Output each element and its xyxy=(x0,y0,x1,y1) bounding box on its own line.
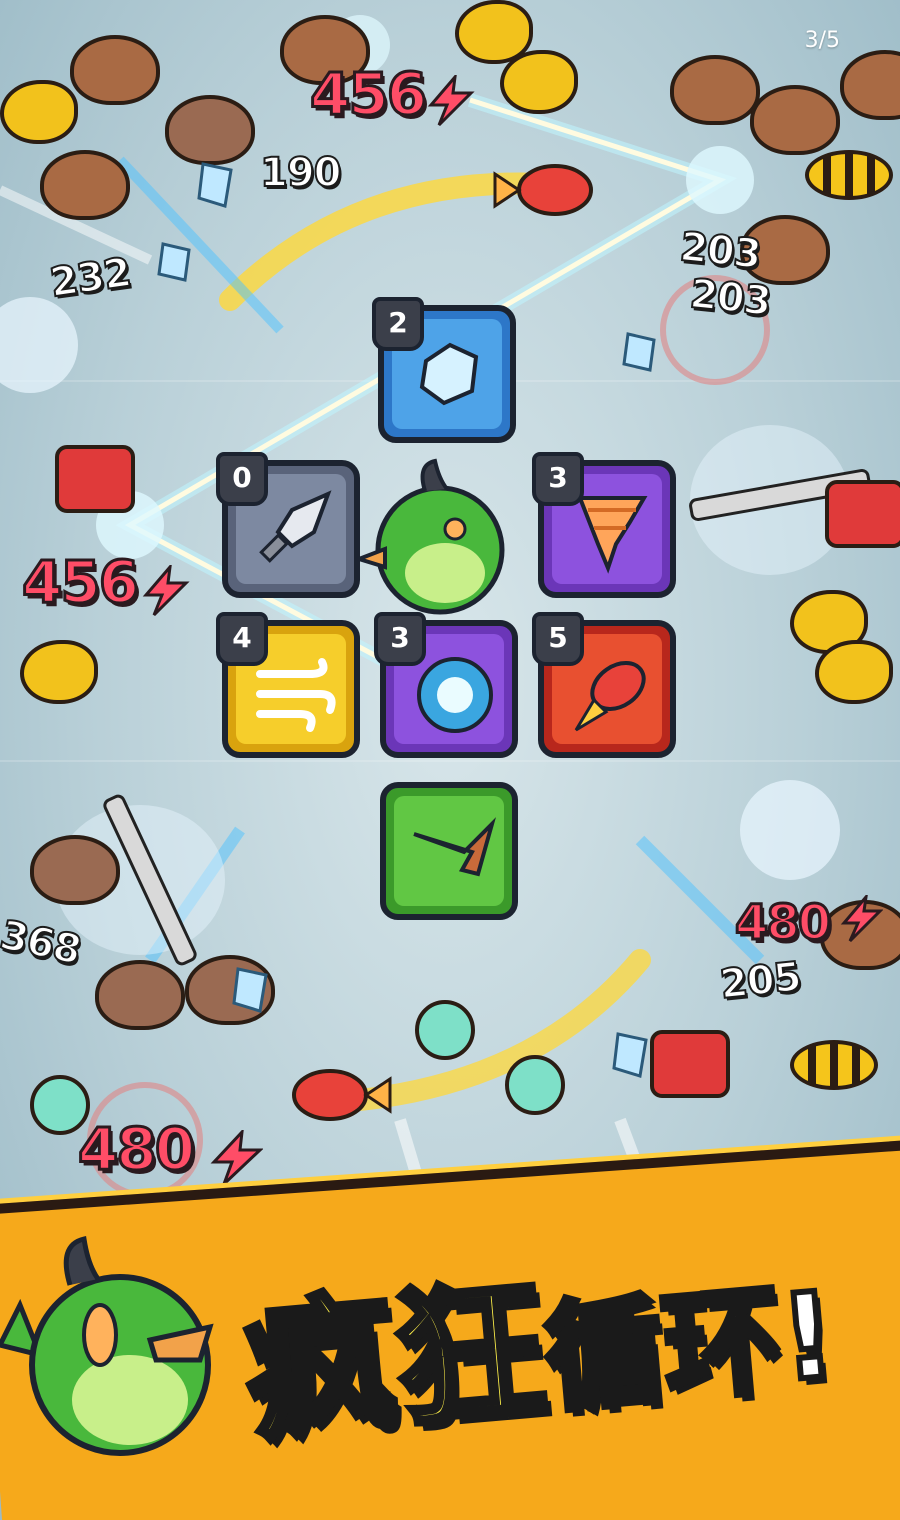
skill-tile-dagger[interactable]: 0 xyxy=(216,452,360,598)
tile-level-badge: 4 xyxy=(216,612,268,666)
ice-shard-projectile xyxy=(157,242,191,282)
skill-tile-rocket[interactable]: 5 xyxy=(532,612,676,758)
vortex-orb-icon xyxy=(417,657,493,733)
damage-number: 203 xyxy=(677,223,764,279)
wind-gust-icon xyxy=(256,658,336,732)
tile-level-badge: 5 xyxy=(532,612,584,666)
tornado-icon xyxy=(577,496,648,574)
red-demon-enemy xyxy=(825,480,900,548)
boar-enemy xyxy=(70,35,160,105)
ice-cube-icon xyxy=(419,342,479,406)
rocket-fish-projectile xyxy=(493,164,593,216)
tile-level-badge: 3 xyxy=(532,452,584,506)
tile-level-badge: 2 xyxy=(372,297,424,351)
red-demon-enemy xyxy=(650,1030,730,1098)
ice-shard-projectile xyxy=(612,1032,648,1078)
monkey-enemy xyxy=(165,95,255,165)
boar-enemy xyxy=(40,150,130,220)
damage-number-crit: 456 xyxy=(20,547,140,618)
fish-enemy xyxy=(0,80,78,144)
slogan-part-2: 循环! xyxy=(537,1263,844,1432)
red-demon-enemy xyxy=(55,445,135,513)
skill-tile-vortex[interactable]: 3 xyxy=(374,612,518,758)
boomerang-icon xyxy=(413,817,496,877)
damage-number-crit: 480 xyxy=(733,894,832,953)
damage-number-crit: 456 xyxy=(308,59,428,130)
slogan-part-1: 疯狂 xyxy=(236,1260,556,1465)
crit-bolt-icon xyxy=(142,565,190,617)
tornado-swirl xyxy=(740,780,840,880)
damage-number: 203 xyxy=(687,270,774,326)
rocket-fish-projectile xyxy=(292,1069,392,1121)
screenshot-pager: 3/5 xyxy=(804,28,840,53)
crit-bolt-icon xyxy=(427,75,475,127)
skill-tile-ice[interactable]: 2 xyxy=(372,297,516,443)
ice-shard-projectile xyxy=(232,967,268,1013)
damage-number: 190 xyxy=(259,149,342,197)
skill-tile-tornado[interactable]: 3 xyxy=(532,452,676,598)
squid-enemy xyxy=(415,1000,475,1060)
boar-enemy xyxy=(670,55,760,125)
lightning-impact xyxy=(686,146,754,214)
damage-number: 205 xyxy=(717,953,804,1009)
monkey-enemy xyxy=(95,960,185,1030)
game-screen: 2 0 3 4 3 5 456 456 480 480 190 232 203 … xyxy=(0,0,900,1520)
rocket-trail-bottom xyxy=(349,949,651,1111)
monkey-enemy xyxy=(30,835,120,905)
hero-dragon xyxy=(355,458,505,615)
bee-enemy xyxy=(805,150,893,200)
skill-tile-boomerang[interactable] xyxy=(380,782,518,920)
boar-enemy xyxy=(750,85,840,155)
squid-enemy xyxy=(505,1055,565,1115)
ice-shard-projectile xyxy=(197,162,233,208)
crit-bolt-icon xyxy=(840,895,883,943)
crit-bolt-icon xyxy=(210,1130,263,1186)
bee-enemy xyxy=(790,1040,878,1090)
fish-enemy xyxy=(20,640,98,704)
skill-tile-wind[interactable]: 4 xyxy=(216,612,360,758)
tornado-swirl xyxy=(0,297,78,393)
fish-enemy xyxy=(500,50,578,114)
fish-enemy xyxy=(815,640,893,704)
mascot-dragon xyxy=(0,1235,214,1456)
tile-level-badge: 0 xyxy=(216,452,268,506)
damage-number-crit: 480 xyxy=(76,1114,196,1185)
ice-shard-projectile xyxy=(622,332,656,372)
